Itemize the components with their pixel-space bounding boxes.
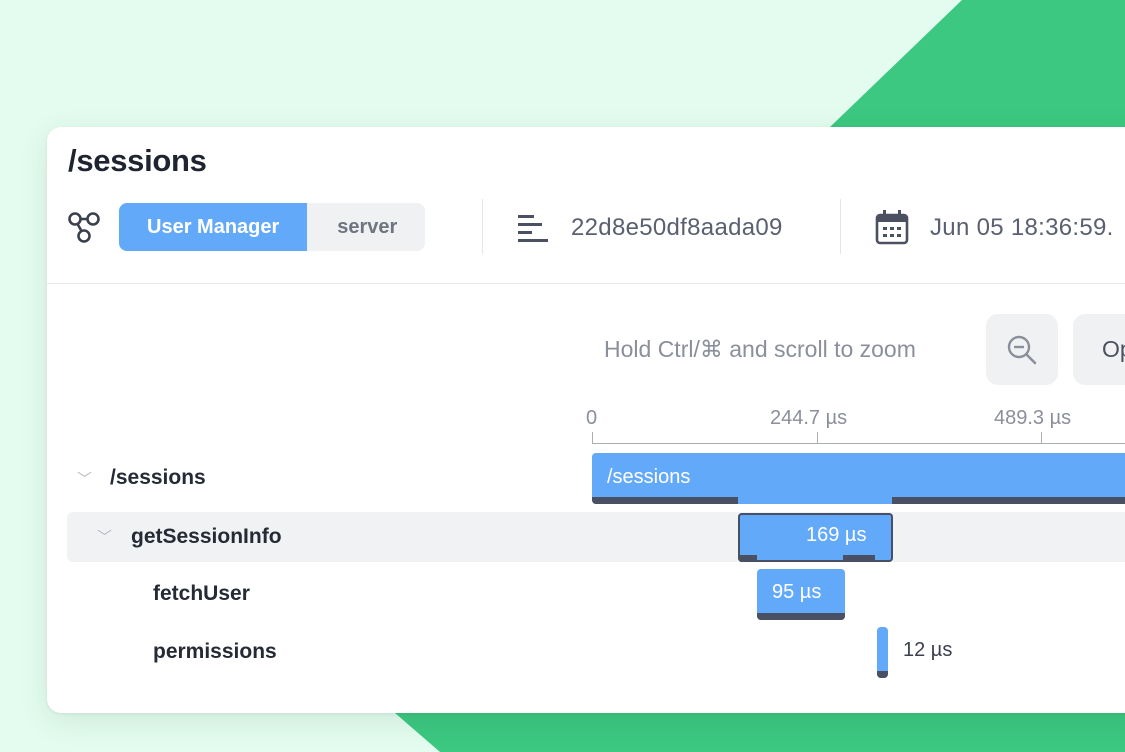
service-kind-tag[interactable]: server <box>307 203 426 251</box>
span-duration-label: 12 µs <box>903 639 953 661</box>
span-name-getsessioninfo[interactable]: getSessionInfo <box>131 525 282 549</box>
collapse-chevron-icon[interactable]: ﹀ <box>77 468 92 489</box>
span-bar-underline <box>592 497 738 504</box>
service-graph-icon <box>68 212 100 243</box>
span-bar-label: 169 µs <box>806 524 867 546</box>
timeline-axis <box>592 443 1125 444</box>
axis-tick <box>1041 432 1042 444</box>
open-button-label: Op <box>1102 336 1125 362</box>
axis-tick-label: 0 <box>586 407 598 429</box>
trace-meta-bar: User Manager server 22d8e50df8aada09 Jun… <box>47 199 1125 254</box>
span-name-sessions[interactable]: /sessions <box>110 466 206 490</box>
span-bar-label: 95 µs <box>772 581 822 603</box>
span-name-fetchuser[interactable]: fetchUser <box>153 582 250 606</box>
span-bar-underline <box>738 555 757 562</box>
span-bar-underline <box>877 671 888 678</box>
span-bar-label: /sessions <box>607 466 691 488</box>
trace-lines-icon <box>518 215 548 242</box>
span-bar-permissions[interactable] <box>877 627 888 678</box>
calendar-icon <box>875 210 909 245</box>
service-name-tag[interactable]: User Manager <box>119 203 308 251</box>
axis-tick-label: 489.3 µs <box>994 407 1072 429</box>
zoom-out-icon <box>1007 335 1037 365</box>
zoom-hint: Hold Ctrl/⌘ and scroll to zoom <box>604 336 916 362</box>
divider <box>840 199 841 254</box>
span-bar-underline <box>892 497 1125 504</box>
trace-card: /sessions User Manager server 22d8e50df8… <box>47 127 1125 713</box>
open-button[interactable]: Op <box>1073 314 1125 385</box>
zoom-out-button[interactable] <box>986 314 1058 385</box>
span-bar-underline <box>843 555 875 562</box>
axis-tick <box>592 432 593 444</box>
span-name-permissions[interactable]: permissions <box>153 640 277 664</box>
page-title: /sessions <box>68 143 207 178</box>
span-bar-underline <box>757 613 845 620</box>
collapse-chevron-icon[interactable]: ﹀ <box>97 526 112 547</box>
axis-tick <box>817 432 818 444</box>
divider <box>482 199 483 254</box>
span-bar-getsessioninfo[interactable]: 169 µs <box>738 513 893 562</box>
axis-tick-label: 244.7 µs <box>770 407 848 429</box>
header-divider <box>47 283 1125 284</box>
span-bar-sessions[interactable]: /sessions <box>592 453 1125 504</box>
service-selector[interactable]: User Manager server <box>119 203 426 251</box>
trace-timestamp: Jun 05 18:36:59. <box>930 214 1114 241</box>
span-bar-fetchuser[interactable]: 95 µs <box>757 569 845 620</box>
trace-id: 22d8e50df8aada09 <box>571 214 783 241</box>
